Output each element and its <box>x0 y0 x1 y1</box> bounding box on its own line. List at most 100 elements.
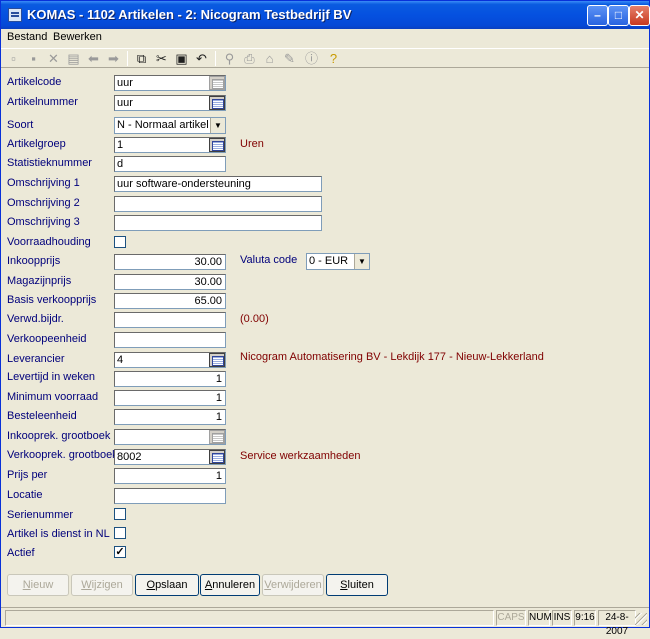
menu-bewerken[interactable]: Bewerken <box>53 31 102 43</box>
omschrijving-2-input[interactable] <box>114 196 322 212</box>
app-icon <box>8 8 22 22</box>
label-actief: Actief <box>7 547 35 559</box>
label-basis-verkoopprijs: Basis verkoopprijs <box>7 294 97 306</box>
label-soort: Soort <box>7 119 34 131</box>
maximize-button[interactable]: □ <box>608 5 629 26</box>
label-locatie: Locatie <box>7 489 43 501</box>
artikel-dienst-checkbox[interactable] <box>114 527 126 539</box>
toolbar: ▫ ▪ ✕ ▤ ⬅ ➡ ⧉ ✂ ▣ ↶ ⚲ ⎙ ⌂ ✎ ⓘ ? <box>1 48 649 68</box>
leverancier-description: Nicogram Automatisering BV - Lekdijk 177… <box>240 351 544 363</box>
edit-icon[interactable]: ✎ <box>281 50 298 67</box>
verkoopeenheid-input[interactable] <box>114 332 226 348</box>
label-inkoopprijs: Inkoopprijs <box>7 255 61 267</box>
save-icon[interactable]: ▪ <box>25 50 42 67</box>
print-preview-icon[interactable]: ▤ <box>65 50 82 67</box>
besteleenheid-input[interactable]: 1 <box>114 409 226 425</box>
locatie-input[interactable] <box>114 488 226 504</box>
verwijderen-button[interactable]: Verwijderen <box>262 574 324 596</box>
window-title: KOMAS - 1102 Artikelen - 2: Nicogram Tes… <box>27 7 352 22</box>
inkoopprijs-input[interactable]: 30.00 <box>114 254 226 270</box>
copy-icon[interactable]: ⧉ <box>133 50 150 67</box>
forward-icon[interactable]: ➡ <box>105 50 122 67</box>
back-icon[interactable]: ⬅ <box>85 50 102 67</box>
wijzigen-button[interactable]: Wijzigen <box>71 574 133 596</box>
status-ins: INS <box>552 610 572 626</box>
artikelgroep-lookup-icon[interactable] <box>209 138 225 152</box>
magazijnprijs-input[interactable]: 30.00 <box>114 274 226 290</box>
label-minimum-voorraad: Minimum voorraad <box>7 391 99 403</box>
artikelgroep-description: Uren <box>240 138 264 150</box>
label-omschrijving-3: Omschrijving 3 <box>7 216 80 228</box>
menu-bestand[interactable]: Bestand <box>7 31 47 43</box>
status-time: 9:16 <box>574 610 596 626</box>
prijs-per-input[interactable]: 1 <box>114 468 226 484</box>
sluiten-button[interactable]: Sluiten <box>326 574 388 596</box>
toolbar-separator <box>127 51 128 66</box>
label-inkooprek-grootboek: Inkooprek. grootboek <box>7 430 111 442</box>
label-serienummer: Serienummer <box>7 509 74 521</box>
basis-verkoopprijs-input[interactable]: 65.00 <box>114 293 226 309</box>
menu-bar: Bestand Bewerken <box>1 29 649 47</box>
omschrijving-1-input[interactable]: uur software-ondersteuning <box>114 176 322 192</box>
close-button[interactable]: ✕ <box>629 5 650 26</box>
artikelnummer-lookup-icon[interactable] <box>209 96 225 110</box>
soort-select[interactable]: N - Normaal artikel ▼ <box>114 117 226 134</box>
label-omschrijving-1: Omschrijving 1 <box>7 177 80 189</box>
print-icon[interactable]: ⎙ <box>241 50 258 67</box>
label-magazijnprijs: Magazijnprijs <box>7 275 72 287</box>
verwd-bijdr-info: (0.00) <box>240 313 269 325</box>
levertijd-input[interactable]: 1 <box>114 371 226 387</box>
label-verkooprek-grootboek: Verkooprek. grootboek <box>7 449 118 461</box>
annuleren-button[interactable]: Annuleren <box>200 574 260 596</box>
undo-icon[interactable]: ↶ <box>193 50 210 67</box>
soort-value: N - Normaal artikel <box>117 119 209 131</box>
bell-icon[interactable]: ⌂ <box>261 50 278 67</box>
inkooprek-grootboek-lookup-icon[interactable] <box>209 430 225 444</box>
title-bar[interactable]: KOMAS - 1102 Artikelen - 2: Nicogram Tes… <box>1 1 650 29</box>
chevron-down-icon[interactable]: ▼ <box>354 254 369 269</box>
statistieknummer-input[interactable]: d <box>114 156 226 172</box>
leverancier-lookup-icon[interactable] <box>209 353 225 367</box>
resize-grip-icon[interactable] <box>635 613 647 625</box>
label-besteleenheid: Besteleenheid <box>7 410 77 422</box>
label-artikelnummer: Artikelnummer <box>7 96 78 108</box>
info-icon[interactable]: ⓘ <box>303 50 320 67</box>
label-voorraadhouding: Voorraadhouding <box>7 236 91 248</box>
status-date: 24-8-2007 <box>598 610 636 637</box>
cut-icon[interactable]: ✂ <box>153 50 170 67</box>
paste-icon[interactable]: ▣ <box>173 50 190 67</box>
verkooprek-grootboek-description: Service werkzaamheden <box>240 450 361 462</box>
label-artikelgroep: Artikelgroep <box>7 138 66 150</box>
label-prijs-per: Prijs per <box>7 469 48 481</box>
label-levertijd: Levertijd in weken <box>7 371 96 383</box>
find-icon[interactable]: ⚲ <box>221 50 238 67</box>
toolbar-separator <box>215 51 216 66</box>
label-valuta-code: Valuta code <box>240 254 298 266</box>
new-icon[interactable]: ▫ <box>5 50 22 67</box>
delete-icon[interactable]: ✕ <box>45 50 62 67</box>
nieuw-button[interactable]: Nieuw <box>7 574 69 596</box>
minimum-voorraad-input[interactable]: 1 <box>114 390 226 406</box>
main-window: KOMAS - 1102 Artikelen - 2: Nicogram Tes… <box>0 0 650 637</box>
status-bar: CAPS NUM INS 9:16 24-8-2007 <box>1 607 649 637</box>
chevron-down-icon[interactable]: ▼ <box>210 118 225 133</box>
verwd-bijdr-input[interactable] <box>114 312 226 328</box>
help-icon[interactable]: ? <box>325 50 342 67</box>
opslaan-button[interactable]: Opslaan <box>135 574 199 596</box>
omschrijving-3-input[interactable] <box>114 215 322 231</box>
label-verwd-bijdr: Verwd.bijdr. <box>7 313 64 325</box>
status-num: NUM <box>528 610 552 626</box>
label-verkoopeenheid: Verkoopeenheid <box>7 333 87 345</box>
status-message-panel <box>5 610 494 626</box>
verkooprek-grootboek-lookup-icon[interactable] <box>209 450 225 464</box>
label-leverancier: Leverancier <box>7 353 65 365</box>
status-caps: CAPS <box>496 610 526 626</box>
valuta-code-select[interactable]: 0 - EUR ▼ <box>306 253 370 270</box>
label-omschrijving-2: Omschrijving 2 <box>7 197 80 209</box>
voorraadhouding-checkbox[interactable] <box>114 236 126 248</box>
actief-checkbox[interactable]: ✓ <box>114 546 126 558</box>
artikelcode-lookup-icon[interactable] <box>209 76 225 90</box>
serienummer-checkbox[interactable] <box>114 508 126 520</box>
minimize-button[interactable]: – <box>587 5 608 26</box>
valuta-code-value: 0 - EUR <box>309 255 349 267</box>
